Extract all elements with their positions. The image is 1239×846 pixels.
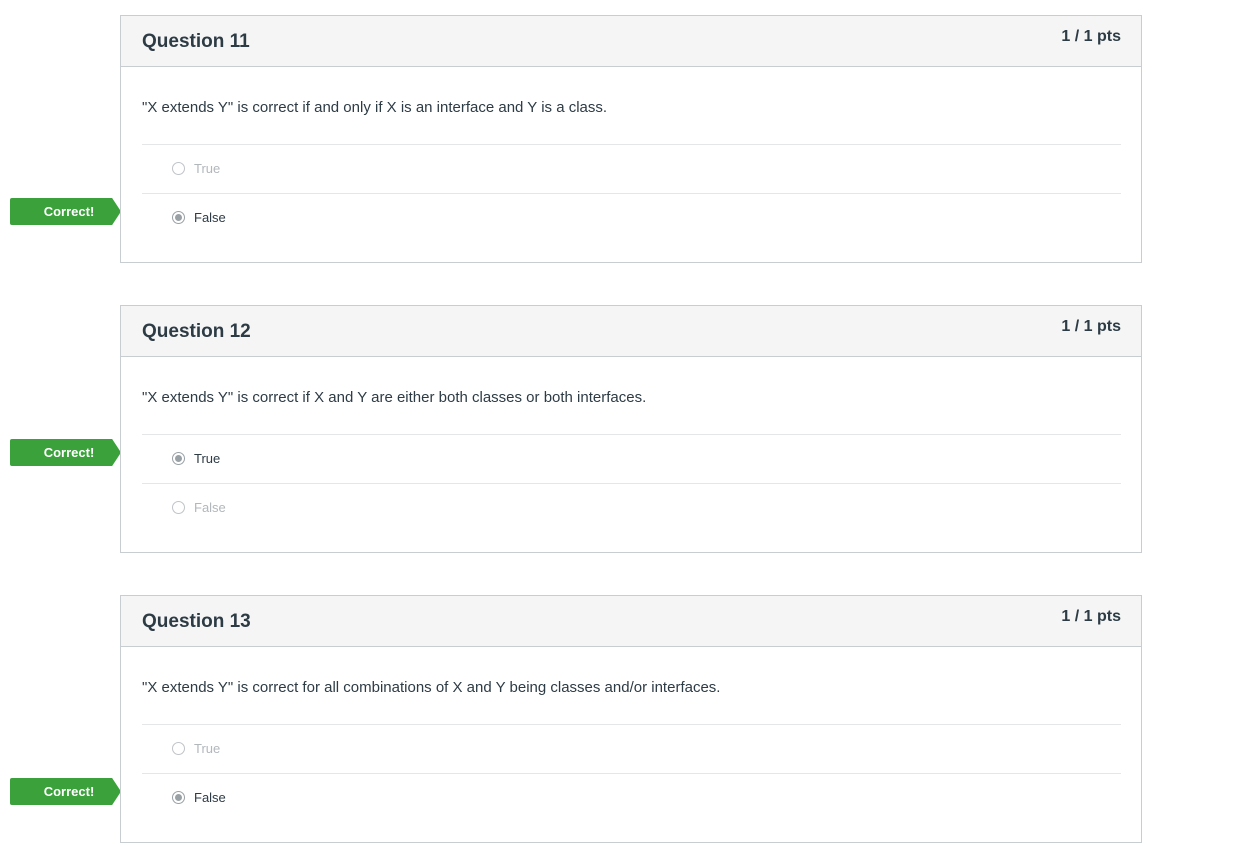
- question-title: Question 11: [142, 31, 250, 52]
- question-text: "X extends Y" is correct if and only if …: [142, 99, 608, 116]
- radio-button: [172, 742, 185, 755]
- radio-button-checked: [172, 452, 185, 465]
- question-card: Question 11 1 / 1 pts "X extends Y" is c…: [120, 15, 1142, 263]
- question-body: "X extends Y" is correct if and only if …: [121, 67, 1141, 262]
- correct-flag: Correct!: [10, 778, 121, 805]
- answer-label: False: [194, 790, 226, 805]
- correct-flag-label: Correct!: [43, 204, 95, 219]
- question-points: 1 / 1 pts: [1061, 28, 1121, 45]
- correct-flag-label: Correct!: [43, 445, 95, 460]
- question-header: Question 12 1 / 1 pts: [121, 306, 1141, 357]
- question-header: Question 13 1 / 1 pts: [121, 596, 1141, 647]
- radio-button: [172, 162, 185, 175]
- answer-option-false: False: [142, 773, 1121, 823]
- question-points: 1 / 1 pts: [1061, 608, 1121, 625]
- question-header: Question 11 1 / 1 pts: [121, 16, 1141, 67]
- radio-button-checked: [172, 211, 185, 224]
- radio-button: [172, 501, 185, 514]
- answer-label: True: [194, 161, 221, 176]
- answer-option-true: True: [142, 434, 1121, 484]
- answer-option-true: True: [142, 724, 1121, 774]
- answer-label: False: [194, 500, 226, 515]
- correct-flag-label: Correct!: [43, 784, 95, 799]
- question-body: "X extends Y" is correct if X and Y are …: [121, 357, 1141, 552]
- correct-flag: Correct!: [10, 439, 121, 466]
- answer-option-true: True: [142, 144, 1121, 194]
- question-text: "X extends Y" is correct for all combina…: [142, 679, 721, 696]
- answer-label: False: [194, 210, 226, 225]
- question-card: Question 12 1 / 1 pts "X extends Y" is c…: [120, 305, 1142, 553]
- answer-label: True: [194, 451, 221, 466]
- answer-option-false: False: [142, 483, 1121, 533]
- answer-option-false: False: [142, 193, 1121, 243]
- correct-flag: Correct!: [10, 198, 121, 225]
- question-title: Question 12: [142, 321, 251, 342]
- answer-label: True: [194, 741, 221, 756]
- question-points: 1 / 1 pts: [1061, 318, 1121, 335]
- question-card: Question 13 1 / 1 pts "X extends Y" is c…: [120, 595, 1142, 843]
- question-text: "X extends Y" is correct if X and Y are …: [142, 389, 647, 406]
- radio-button-checked: [172, 791, 185, 804]
- question-title: Question 13: [142, 611, 251, 632]
- question-body: "X extends Y" is correct for all combina…: [121, 647, 1141, 842]
